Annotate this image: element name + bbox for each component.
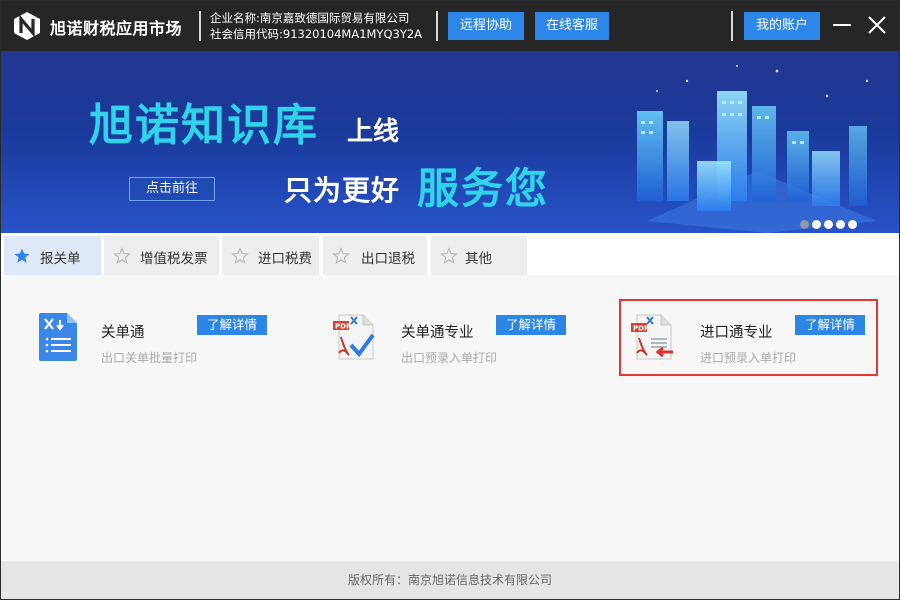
star-filled-icon — [14, 248, 30, 263]
tab-other[interactable]: 其他 — [431, 236, 527, 275]
credit-code: 社会信用代码:91320104MA1MYQ3Y2A — [210, 27, 423, 41]
carousel-indicators — [800, 214, 860, 233]
app-description: 出口预录入单打印 — [401, 351, 498, 365]
app-name: 关单通专业 — [401, 325, 474, 341]
app-logo-icon — [14, 12, 40, 40]
carousel-dot[interactable] — [800, 220, 809, 229]
tab-label: 其他 — [465, 251, 492, 267]
title-separator — [199, 11, 201, 41]
banner-subtitle-part2: 服务您 — [417, 164, 550, 213]
pdf-check-icon: PDF — [333, 314, 375, 360]
svg-text:PDF: PDF — [335, 323, 351, 331]
app-window: 旭诺财税应用市场 企业名称:南京嘉致德国际贸易有限公司 社会信用代码:91320… — [0, 0, 900, 600]
carousel-dot[interactable] — [836, 220, 845, 229]
category-tabs: 报关单 增值税发票 进口税费 出口退税 其他 — [1, 233, 899, 275]
company-info: 企业名称:南京嘉致德国际贸易有限公司 社会信用代码:91320104MA1MYQ… — [210, 10, 422, 42]
tab-label: 进口税费 — [258, 251, 312, 267]
tab-label: 报关单 — [40, 251, 81, 267]
tab-label: 增值税发票 — [140, 251, 208, 267]
my-account-button[interactable]: 我的账户 — [744, 12, 820, 40]
app-card-guandantong[interactable]: 关单通 了解详情 出口关单批量打印 — [37, 301, 297, 377]
online-service-button[interactable]: 在线客服 — [535, 12, 609, 40]
city-illustration — [637, 65, 877, 233]
banner-title-suffix: 上线 — [347, 117, 400, 147]
tab-label: 出口退税 — [361, 251, 415, 267]
title-bar: 旭诺财税应用市场 企业名称:南京嘉致德国际贸易有限公司 社会信用代码:91320… — [1, 1, 899, 51]
tab-export-rebate[interactable]: 出口退税 — [323, 236, 427, 275]
learn-more-button[interactable]: 了解详情 — [197, 315, 267, 335]
app-title: 旭诺财税应用市场 — [50, 19, 183, 38]
app-card-guandantong-pro[interactable]: PDF 关单通专业 了解详情 出口预录入单打印 — [331, 301, 591, 377]
close-icon[interactable] — [865, 13, 889, 37]
company-name: 企业名称:南京嘉致德国际贸易有限公司 — [210, 11, 410, 25]
title-separator — [436, 11, 438, 41]
promo-banner[interactable]: 旭诺知识库 上线 只为更好 服务您 点击前往 — [1, 51, 899, 233]
carousel-dot[interactable] — [848, 220, 857, 229]
document-tools-icon — [39, 313, 77, 361]
remote-assist-button[interactable]: 远程协助 — [448, 12, 524, 40]
footer: 版权所有：南京旭诺信息技术有限公司 — [1, 561, 899, 599]
star-outline-icon — [332, 247, 350, 264]
banner-cta-button[interactable]: 点击前往 — [129, 177, 215, 201]
banner-subtitle-part1: 只为更好 — [284, 174, 401, 207]
highlight-frame — [619, 299, 878, 376]
banner-title: 旭诺知识库 — [89, 100, 319, 151]
star-outline-icon — [231, 247, 249, 264]
tab-vat-invoice[interactable]: 增值税发票 — [104, 236, 219, 275]
app-list: 关单通 了解详情 出口关单批量打印 PDF 关单通专业 了解详情 出口预录入单打… — [1, 275, 899, 561]
app-description: 出口关单批量打印 — [101, 351, 198, 365]
carousel-dot[interactable] — [824, 220, 833, 229]
tab-customs-declaration[interactable]: 报关单 — [4, 236, 101, 275]
star-outline-icon — [440, 247, 458, 264]
copyright-text: 版权所有：南京旭诺信息技术有限公司 — [347, 573, 552, 587]
title-separator — [731, 11, 733, 41]
app-name: 关单通 — [101, 325, 145, 341]
tab-import-tax[interactable]: 进口税费 — [222, 236, 319, 275]
carousel-dot[interactable] — [812, 220, 821, 229]
learn-more-button[interactable]: 了解详情 — [496, 315, 566, 335]
star-outline-icon — [113, 247, 131, 264]
minimize-icon[interactable] — [830, 13, 854, 37]
